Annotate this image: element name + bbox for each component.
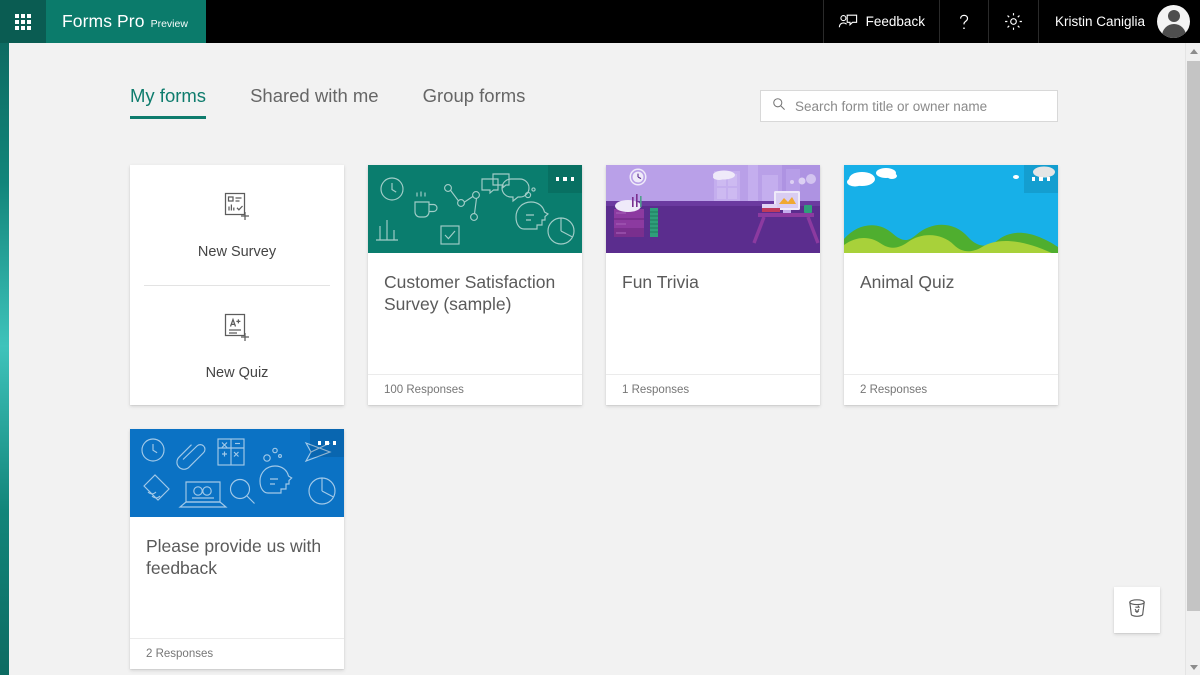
header-spacer — [206, 0, 823, 43]
brand-title: Forms Pro — [62, 11, 145, 31]
card-response-count: 2 Responses — [860, 384, 928, 396]
scrollbar-thumb[interactable] — [1187, 61, 1200, 611]
avatar[interactable] — [1157, 5, 1190, 38]
scroll-up-arrow-icon[interactable] — [1186, 43, 1200, 59]
card-title: Please provide us with feedback — [146, 536, 322, 578]
new-survey-document-icon — [219, 189, 255, 230]
brand-home-link[interactable]: Forms Pro Preview — [46, 0, 206, 43]
more-options-icon[interactable] — [1024, 165, 1058, 193]
help-button[interactable] — [938, 0, 988, 43]
left-accent-strip — [0, 43, 9, 675]
more-options-icon[interactable] — [310, 429, 344, 457]
card-body: Customer Satisfaction Survey (sample) — [368, 253, 582, 374]
card-footer: 2 Responses — [130, 638, 344, 669]
settings-button[interactable] — [987, 0, 1038, 43]
vertical-scrollbar[interactable] — [1185, 43, 1200, 675]
feedback-button[interactable]: Feedback — [822, 0, 939, 43]
card-banner — [606, 165, 820, 253]
card-response-count: 2 Responses — [146, 648, 214, 660]
card-banner — [368, 165, 582, 253]
new-quiz-a-plus-icon — [219, 310, 255, 351]
card-banner — [844, 165, 1058, 253]
gear-icon — [1003, 11, 1024, 32]
card-title: Fun Trivia — [622, 272, 699, 292]
tab-shared-with-me[interactable]: Shared with me — [250, 85, 379, 119]
card-body: Animal Quiz — [844, 253, 1058, 374]
recycle-bin-button[interactable] — [1114, 587, 1160, 633]
form-card-please-provide-us-with-feedback[interactable]: Please provide us with feedback 2 Respon… — [130, 429, 344, 669]
new-survey-button[interactable]: New Survey — [130, 165, 344, 285]
feedback-label: Feedback — [865, 14, 925, 29]
card-body: Please provide us with feedback — [130, 517, 344, 638]
app-launcher-waffle-icon — [15, 13, 31, 30]
card-title: Customer Satisfaction Survey (sample) — [384, 272, 556, 314]
forms-tab-list: My forms Shared with me Group forms — [130, 85, 569, 119]
card-response-count: 1 Responses — [622, 384, 690, 396]
new-quiz-button[interactable]: New Quiz — [130, 286, 344, 406]
more-options-icon[interactable] — [548, 165, 582, 193]
new-survey-label: New Survey — [197, 244, 277, 261]
new-quiz-label: New Quiz — [205, 364, 269, 381]
main-content: My forms Shared with me Group forms Sear… — [9, 43, 1185, 675]
scroll-down-arrow-icon[interactable] — [1186, 659, 1200, 675]
form-card-customer-satisfaction-survey[interactable]: Customer Satisfaction Survey (sample) 10… — [368, 165, 582, 405]
app-launcher-button[interactable] — [0, 0, 46, 43]
forms-grid: New Survey New Quiz Customer Satisfactio… — [130, 165, 1080, 669]
tab-my-forms[interactable]: My forms — [130, 85, 207, 119]
new-form-card: New Survey New Quiz — [130, 165, 344, 405]
search-input[interactable] — [795, 98, 1046, 114]
tab-group-forms[interactable]: Group forms — [423, 85, 526, 119]
card-response-count: 100 Responses — [384, 384, 464, 396]
card-body: Fun Trivia — [606, 253, 820, 374]
search-box[interactable] — [760, 90, 1058, 122]
card-title: Animal Quiz — [860, 272, 955, 292]
user-name: Kristin Caniglia — [1054, 14, 1145, 29]
search-icon — [772, 97, 786, 116]
feedback-person-comment-icon — [838, 13, 858, 31]
suite-header-bar: Forms Pro Preview Feedback Kristin Canig… — [0, 0, 1200, 43]
form-card-animal-quiz[interactable]: Animal Quiz 2 Responses — [844, 165, 1058, 405]
user-account-menu[interactable]: Kristin Caniglia — [1037, 0, 1200, 43]
recycle-bin-icon — [1125, 596, 1149, 625]
card-footer: 1 Responses — [606, 374, 820, 405]
brand-preview-badge: Preview — [150, 18, 188, 30]
card-footer: 100 Responses — [368, 374, 582, 405]
card-banner — [130, 429, 344, 517]
more-options-icon[interactable] — [786, 165, 820, 193]
question-mark-icon — [954, 12, 974, 32]
card-footer: 2 Responses — [844, 374, 1058, 405]
form-card-fun-trivia[interactable]: Fun Trivia 1 Responses — [606, 165, 820, 405]
